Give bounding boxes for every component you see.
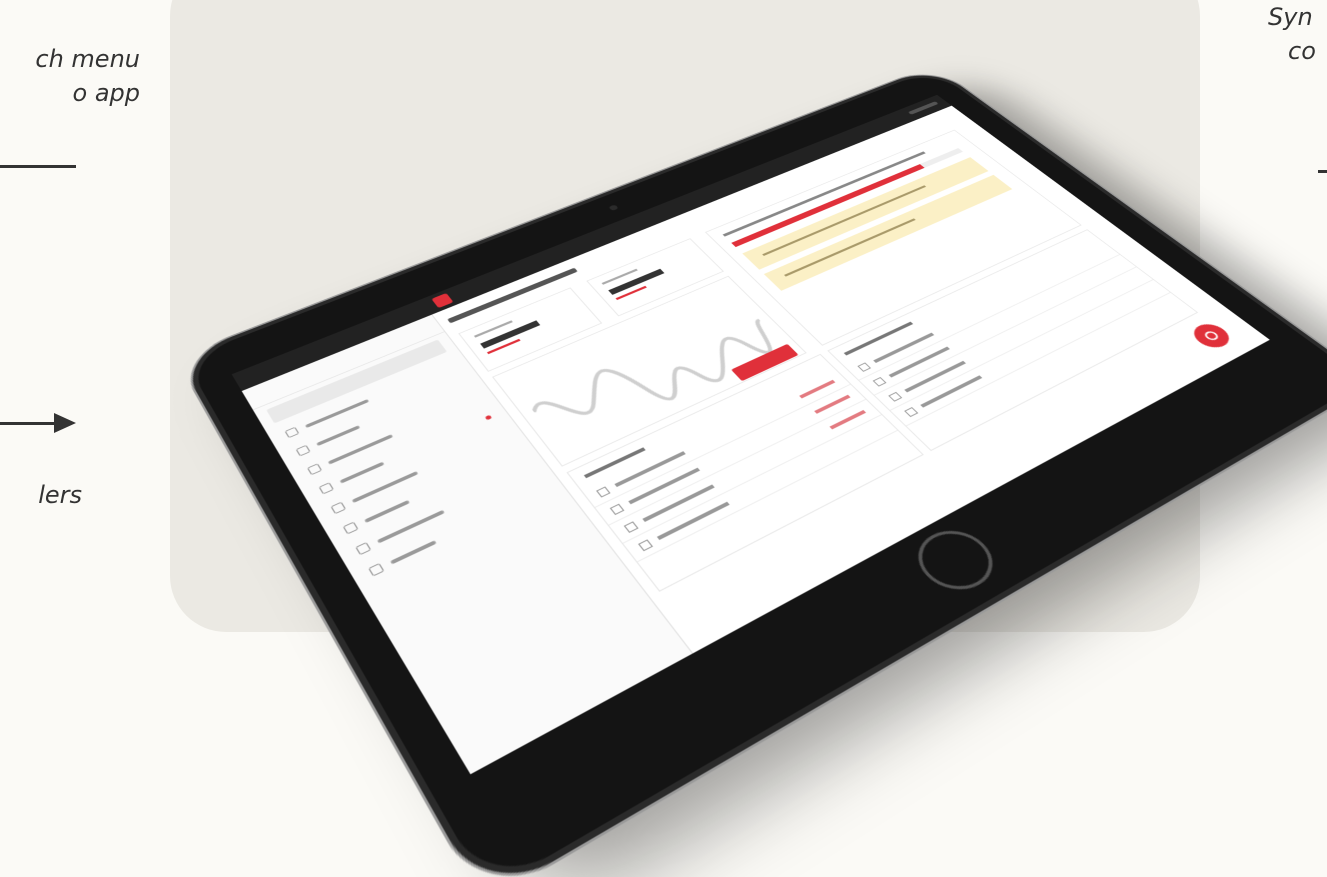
- top-bar-menu[interactable]: [907, 101, 939, 115]
- logo-icon[interactable]: [431, 292, 454, 309]
- tablet-device: [184, 69, 1327, 877]
- tablet-scene: [0, 0, 1327, 877]
- home-button-icon[interactable]: [903, 520, 1008, 601]
- camera-icon: [608, 204, 619, 211]
- tablet-screen: [231, 94, 1270, 775]
- record-icon[interactable]: [1186, 319, 1237, 352]
